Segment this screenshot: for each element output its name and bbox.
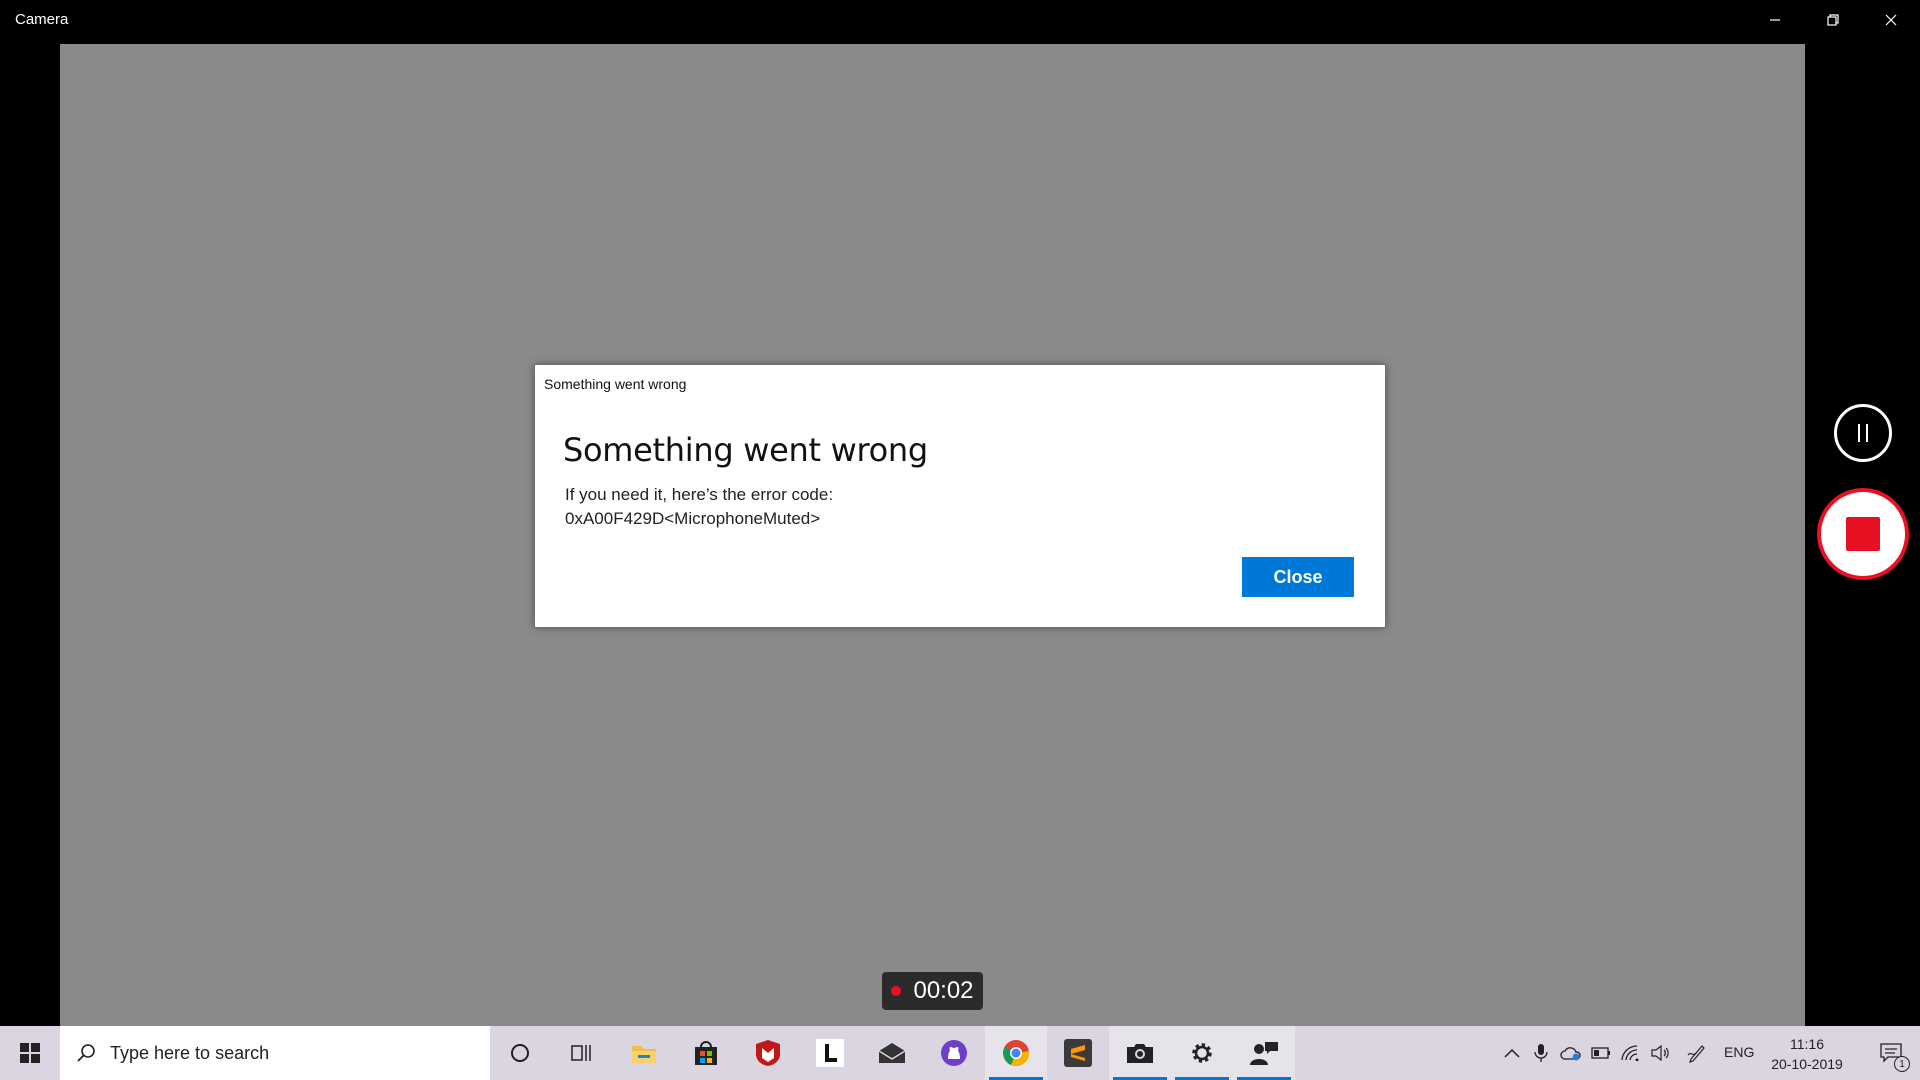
- dialog-caption: Something went wrong: [544, 376, 687, 392]
- people-icon: [1250, 1042, 1278, 1065]
- close-icon: [1885, 14, 1897, 26]
- pause-button[interactable]: [1834, 404, 1892, 462]
- action-center-button[interactable]: 1: [1862, 1026, 1920, 1080]
- mail-button[interactable]: [861, 1026, 923, 1080]
- close-window-button[interactable]: [1862, 0, 1920, 40]
- volume-tray-button[interactable]: [1649, 1026, 1673, 1080]
- dialog-message: If you need it, here’s the error code: 0…: [565, 483, 833, 531]
- start-button[interactable]: [0, 1026, 60, 1080]
- wifi-tray-button[interactable]: [1619, 1026, 1643, 1080]
- speaker-icon: [1651, 1045, 1669, 1061]
- settings-button[interactable]: [1171, 1026, 1233, 1080]
- task-view-icon: [571, 1045, 591, 1061]
- notification-count-badge: 1: [1894, 1056, 1910, 1072]
- pen-workspace-button[interactable]: [1684, 1026, 1710, 1080]
- mail-icon: [878, 1043, 906, 1063]
- pause-icon: [1858, 424, 1868, 442]
- search-placeholder: Type here to search: [110, 1042, 270, 1063]
- error-dialog: Something went wrong Something went wron…: [534, 364, 1386, 628]
- battery-tray-button[interactable]: [1589, 1026, 1613, 1080]
- minimize-icon: [1770, 19, 1780, 21]
- restore-button[interactable]: [1804, 0, 1862, 40]
- recording-timer: 00:02: [882, 972, 983, 1010]
- pen-icon: [1687, 1045, 1705, 1063]
- l-app-icon: [816, 1039, 844, 1067]
- battery-icon: [1591, 1047, 1610, 1059]
- sublime-text-icon: [1064, 1039, 1092, 1067]
- sublime-text-button[interactable]: [1047, 1026, 1109, 1080]
- task-view-button[interactable]: [551, 1026, 613, 1080]
- dialog-heading: Something went wrong: [563, 431, 928, 469]
- clock[interactable]: 11:16 20-10-2019: [1762, 1034, 1852, 1074]
- language-indicator[interactable]: ENG: [1724, 1044, 1754, 1060]
- minimize-button[interactable]: [1746, 0, 1804, 40]
- github-icon: [941, 1040, 967, 1066]
- gear-icon: [1192, 1043, 1212, 1063]
- people-button[interactable]: [1233, 1026, 1295, 1080]
- chrome-button[interactable]: [985, 1026, 1047, 1080]
- mcafee-shield-icon: [756, 1040, 780, 1066]
- recording-dot-icon: [891, 986, 902, 996]
- camera-icon: [1127, 1044, 1153, 1063]
- store-icon: [695, 1041, 717, 1065]
- l-app-button[interactable]: [799, 1026, 861, 1080]
- windows-logo-icon: [20, 1043, 40, 1063]
- cortana-button[interactable]: [489, 1026, 551, 1080]
- microphone-tray-button[interactable]: [1529, 1026, 1553, 1080]
- title-bar: Camera: [0, 0, 1920, 40]
- clock-date: 20-10-2019: [1771, 1056, 1843, 1072]
- chevron-up-icon: [1504, 1048, 1520, 1058]
- cortana-icon: [511, 1044, 529, 1062]
- restore-icon: [1827, 14, 1839, 26]
- stop-recording-button[interactable]: [1817, 488, 1909, 580]
- stop-icon: [1846, 517, 1880, 551]
- recording-elapsed: 00:02: [913, 977, 974, 1004]
- camera-button[interactable]: [1109, 1026, 1171, 1080]
- cloud-sync-icon: [1560, 1047, 1581, 1061]
- clock-time: 11:16: [1790, 1036, 1824, 1052]
- file-explorer-button[interactable]: [613, 1026, 675, 1080]
- dialog-message-line1: If you need it, here’s the error code:: [565, 485, 834, 504]
- chrome-icon: [1003, 1040, 1030, 1067]
- error-code: 0xA00F429D<MicrophoneMuted>: [565, 509, 821, 528]
- github-button[interactable]: [923, 1026, 985, 1080]
- folder-icon: [632, 1046, 656, 1063]
- onedrive-tray-button[interactable]: [1558, 1026, 1584, 1080]
- microsoft-store-button[interactable]: [675, 1026, 737, 1080]
- show-hidden-icons-button[interactable]: [1500, 1026, 1524, 1080]
- close-button[interactable]: Close: [1242, 557, 1354, 597]
- taskbar-search-box[interactable]: Type here to search: [60, 1026, 490, 1080]
- microphone-icon: [1534, 1044, 1548, 1062]
- wifi-icon: [1621, 1045, 1639, 1061]
- search-icon: [77, 1044, 95, 1062]
- mcafee-button[interactable]: [737, 1026, 799, 1080]
- taskbar: Type here to search ENG 11:16 20-10-2019…: [0, 1026, 1920, 1080]
- window-title: Camera: [15, 11, 69, 28]
